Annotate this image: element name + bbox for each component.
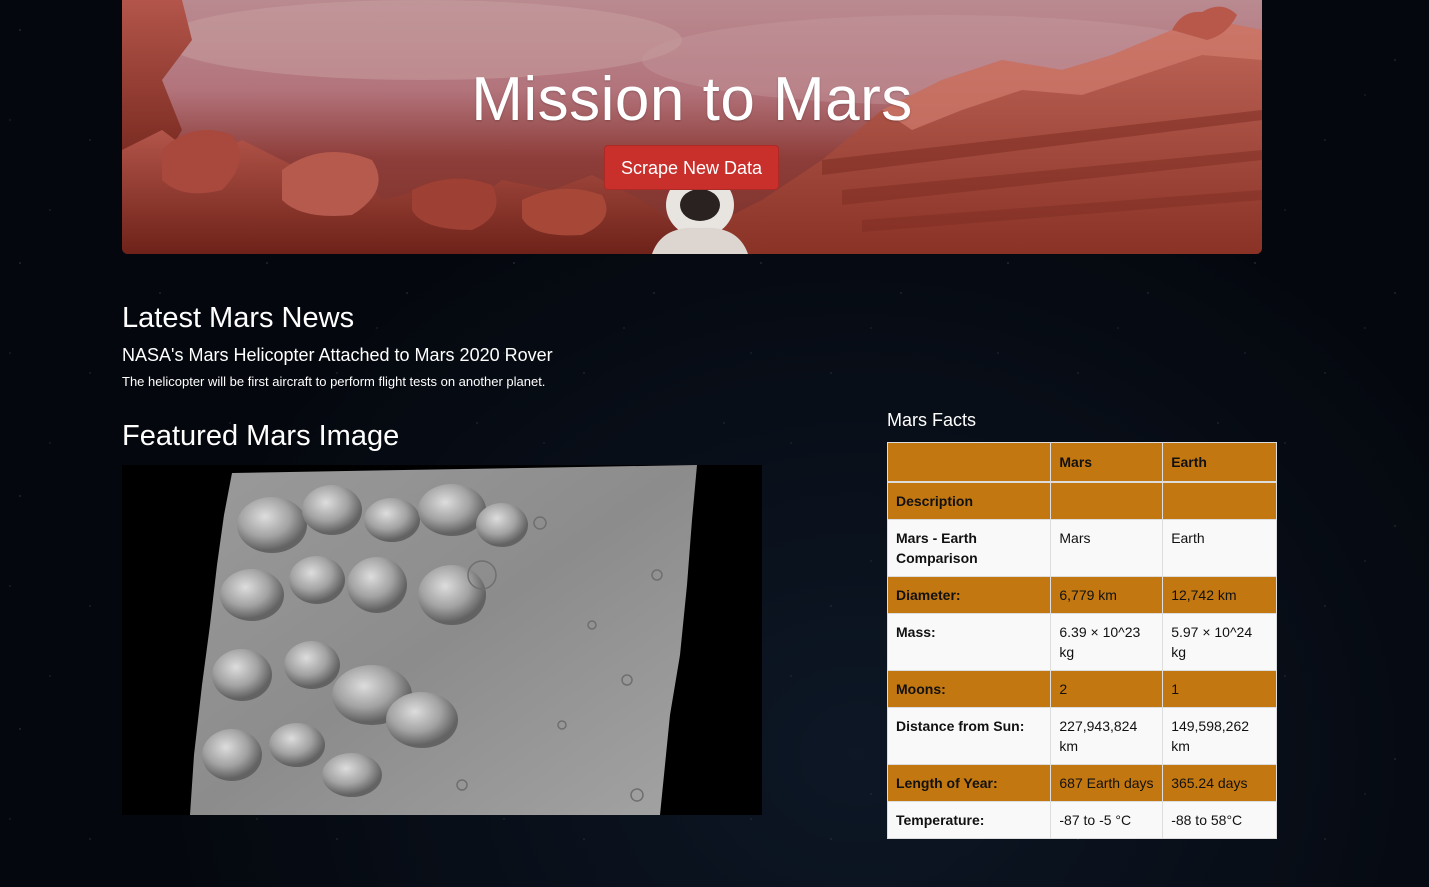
- table-row: Temperature: -87 to -5 °C -88 to 58°C: [886, 801, 1277, 839]
- featured-mars-image: [122, 465, 762, 815]
- mars-value: 6,779 km: [1050, 576, 1164, 614]
- table-section-label: Description: [886, 481, 1052, 520]
- table-row: Length of Year: 687 Earth days 365.24 da…: [886, 764, 1277, 802]
- news-teaser: The helicopter will be first aircraft to…: [122, 374, 546, 389]
- table-row: Diameter: 6,779 km 12,742 km: [886, 576, 1277, 614]
- table-row: Mars - Earth Comparison Mars Earth: [886, 519, 1277, 577]
- table-subheader-row: Description: [886, 481, 1277, 520]
- earth-value: 12,742 km: [1162, 576, 1277, 614]
- table-header-cell: [1162, 481, 1277, 520]
- row-label: Mars - Earth Comparison: [886, 519, 1052, 577]
- earth-value: 5.97 × 10^24 kg: [1162, 613, 1277, 671]
- earth-value: 365.24 days: [1162, 764, 1277, 802]
- scrape-new-data-button[interactable]: Scrape New Data: [604, 145, 779, 190]
- table-row: Moons: 2 1: [886, 670, 1277, 708]
- mars-value: 6.39 × 10^23 kg: [1050, 613, 1164, 671]
- table-header-cell: Earth: [1162, 442, 1277, 483]
- table-header-row: Mars Earth: [886, 442, 1277, 483]
- table-row: Mass: 6.39 × 10^23 kg 5.97 × 10^24 kg: [886, 613, 1277, 671]
- row-label: Moons:: [886, 670, 1052, 708]
- earth-value: Earth: [1162, 519, 1277, 577]
- hero-banner: Mission to Mars Scrape New Data: [122, 0, 1262, 254]
- mars-value: -87 to -5 °C: [1050, 801, 1164, 839]
- mars-facts-table: Mars Earth Description Mars - Earth Comp…: [886, 442, 1277, 839]
- row-label: Mass:: [886, 613, 1052, 671]
- table-row: Distance from Sun: 227,943,824 km 149,59…: [886, 707, 1277, 765]
- row-label: Distance from Sun:: [886, 707, 1052, 765]
- table-header-cell: [886, 442, 1052, 483]
- table-header-cell: [1050, 481, 1164, 520]
- mars-value: Mars: [1050, 519, 1164, 577]
- row-label: Diameter:: [886, 576, 1052, 614]
- mars-facts-heading: Mars Facts: [887, 410, 977, 430]
- table-header-cell: Mars: [1050, 442, 1164, 483]
- page-title: Mission to Mars: [471, 65, 913, 134]
- mars-value: 2: [1050, 670, 1164, 708]
- earth-value: 149,598,262 km: [1162, 707, 1277, 765]
- row-label: Length of Year:: [886, 764, 1052, 802]
- earth-value: -88 to 58°C: [1162, 801, 1277, 839]
- mars-surface-image: [190, 465, 697, 815]
- mars-value: 227,943,824 km: [1050, 707, 1164, 765]
- featured-image-heading: Featured Mars Image: [122, 420, 400, 452]
- mars-value: 687 Earth days: [1050, 764, 1164, 802]
- earth-value: 1: [1162, 670, 1277, 708]
- row-label: Temperature:: [886, 801, 1052, 839]
- news-section-heading: Latest Mars News: [122, 302, 355, 334]
- news-title: NASA's Mars Helicopter Attached to Mars …: [122, 345, 553, 365]
